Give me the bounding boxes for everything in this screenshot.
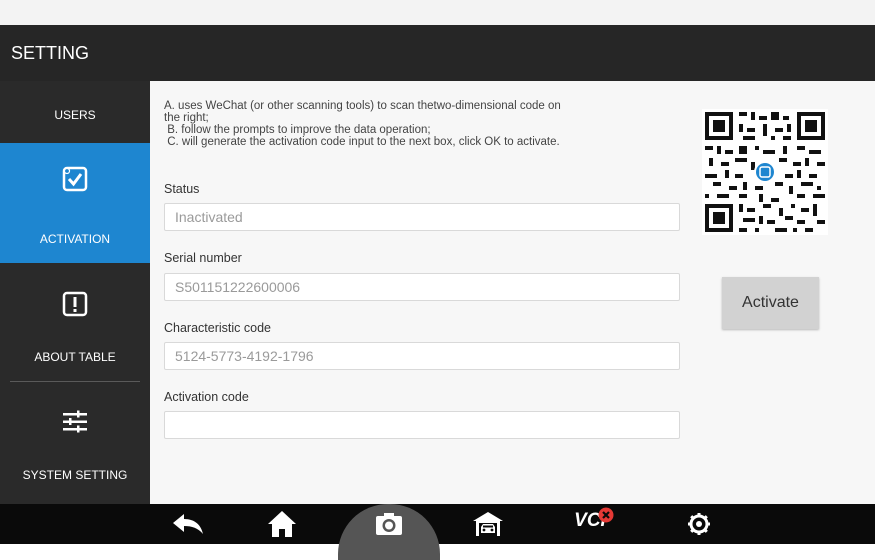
activation-panel: A. uses WeChat (or other scanning tools)… bbox=[150, 81, 875, 504]
sidebar-item-system-setting[interactable]: SYSTEM SETTING bbox=[0, 382, 150, 504]
activation-check-icon bbox=[0, 166, 150, 192]
sidebar-item-users[interactable]: USERS bbox=[0, 81, 150, 143]
title-bar: SETTING bbox=[0, 25, 875, 81]
characteristic-code-label: Characteristic code bbox=[164, 321, 271, 335]
sidebar-item-label: ACTIVATION bbox=[39, 232, 111, 246]
sidebar-item-activation[interactable]: ACTIVATION bbox=[0, 143, 150, 263]
back-icon[interactable] bbox=[171, 508, 205, 540]
characteristic-code-value: 5124-5773-4192-1796 bbox=[175, 348, 314, 364]
serial-number-field: S501151222600006 bbox=[164, 273, 680, 301]
instruction-line: A. uses WeChat (or other scanning tools)… bbox=[164, 100, 561, 112]
activation-code-label: Activation code bbox=[164, 390, 249, 404]
sidebar-item-label: SYSTEM SETTING bbox=[22, 468, 128, 482]
status-field: Inactivated bbox=[164, 203, 680, 231]
status-value: Inactivated bbox=[175, 209, 243, 225]
instruction-line: C. will generate the activation code inp… bbox=[164, 136, 560, 148]
serial-number-label: Serial number bbox=[164, 251, 242, 265]
activate-button[interactable]: Activate bbox=[722, 277, 819, 329]
sidebar: USERS ACTIVATION ABOUT TABLE SYSTEM SETT… bbox=[0, 81, 150, 504]
serial-number-value: S501151222600006 bbox=[175, 279, 301, 295]
activation-instructions: A. uses WeChat (or other scanning tools)… bbox=[164, 100, 684, 148]
status-label: Status bbox=[164, 182, 200, 196]
page-title: SETTING bbox=[11, 42, 90, 63]
status-bar-strip bbox=[0, 0, 875, 25]
home-icon[interactable] bbox=[266, 508, 298, 540]
info-exclamation-icon bbox=[0, 291, 150, 317]
activation-code-input[interactable] bbox=[164, 411, 680, 439]
sidebar-item-label: ABOUT TABLE bbox=[34, 350, 116, 364]
instruction-line: the right; bbox=[164, 112, 209, 124]
sidebar-item-label: USERS bbox=[54, 108, 96, 122]
instruction-line: B. follow the prompts to improve the dat… bbox=[164, 124, 431, 136]
settings-icon[interactable] bbox=[686, 508, 712, 540]
qr-code-icon bbox=[702, 109, 828, 235]
sidebar-item-about-table[interactable]: ABOUT TABLE bbox=[0, 263, 150, 381]
vci-error-icon bbox=[598, 507, 614, 523]
vci-icon[interactable]: VCI bbox=[565, 505, 615, 537]
characteristic-code-field: 5124-5773-4192-1796 bbox=[164, 342, 680, 370]
car-garage-icon[interactable] bbox=[471, 508, 505, 540]
sliders-icon bbox=[0, 410, 150, 434]
camera-icon[interactable] bbox=[374, 508, 404, 540]
